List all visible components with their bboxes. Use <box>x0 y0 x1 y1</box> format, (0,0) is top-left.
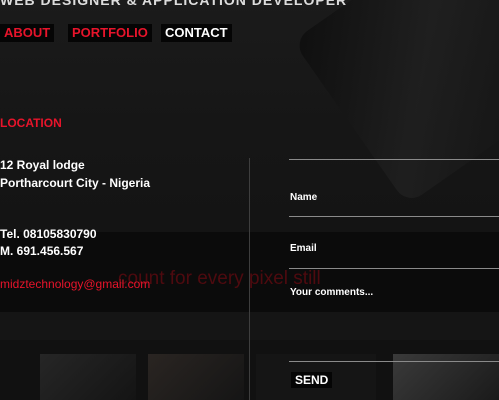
nav-about-link[interactable]: ABOUT <box>0 24 55 42</box>
email-field-underline <box>289 268 499 269</box>
telephone-number: Tel. 08105830790 <box>0 227 97 241</box>
comments-underline <box>289 361 499 362</box>
name-field-underline <box>289 216 499 217</box>
location-heading: LOCATION <box>0 116 62 130</box>
nav-contact-link[interactable]: CONTACT <box>161 24 232 42</box>
name-field[interactable]: Name <box>290 192 317 203</box>
address-line-2: Portharcourt City - Nigeria <box>0 176 151 190</box>
email-link[interactable]: midztechnology@gmail.com <box>0 277 150 291</box>
send-button[interactable]: SEND <box>291 372 333 388</box>
column-divider <box>249 158 250 400</box>
form-top-rule <box>289 159 499 160</box>
comments-textarea[interactable]: Your comments... <box>290 287 373 298</box>
portfolio-thumbnail[interactable] <box>40 354 136 400</box>
address-line-1: 12 Royal lodge <box>0 158 85 172</box>
mobile-number: M. 691.456.567 <box>0 244 84 258</box>
nav-portfolio-link[interactable]: PORTFOLIO <box>68 24 152 42</box>
portfolio-thumbnail[interactable] <box>148 354 244 400</box>
site-tagline: WEB DESIGNER & APPLICATION DEVELOPER <box>0 0 348 8</box>
email-field[interactable]: Email <box>290 243 317 254</box>
